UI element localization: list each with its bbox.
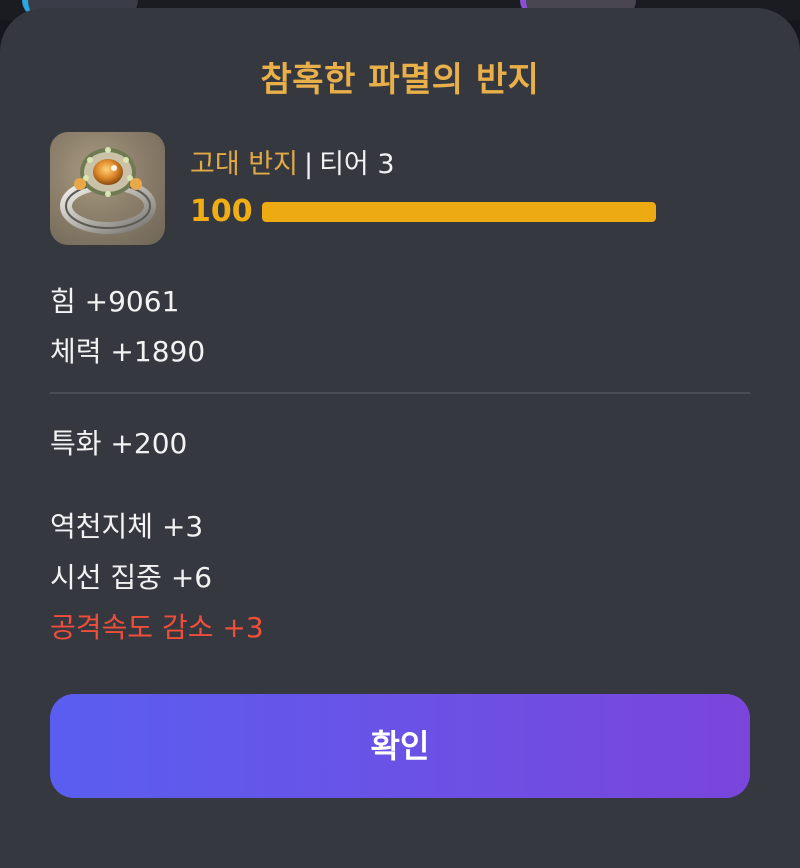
engraving-item: 시선 집중 +6 bbox=[50, 561, 213, 594]
confirm-button[interactable]: 확인 bbox=[50, 694, 750, 798]
ring-icon bbox=[50, 132, 165, 245]
quality-value: 100 bbox=[190, 194, 253, 229]
divider bbox=[50, 392, 750, 394]
engraving-item-negative: 공격속도 감소 +3 bbox=[50, 611, 264, 644]
extra-stat-specialization: 특화 +200 bbox=[50, 427, 188, 460]
item-tier: 티어 3 bbox=[319, 149, 395, 180]
item-type: 고대 반지 bbox=[190, 149, 298, 180]
quality-bar bbox=[262, 202, 656, 222]
base-stat-strength: 힘 +9061 bbox=[50, 285, 180, 318]
meta-separator: | bbox=[303, 149, 314, 180]
quality-bar-fill bbox=[262, 202, 656, 222]
engraving-item: 역천지체 +3 bbox=[50, 510, 204, 543]
item-title: 참혹한 파멸의 반지 bbox=[260, 60, 540, 100]
item-meta: 고대 반지 | 티어 3 bbox=[190, 142, 395, 181]
base-stat-vitality: 체력 +1890 bbox=[50, 335, 206, 368]
